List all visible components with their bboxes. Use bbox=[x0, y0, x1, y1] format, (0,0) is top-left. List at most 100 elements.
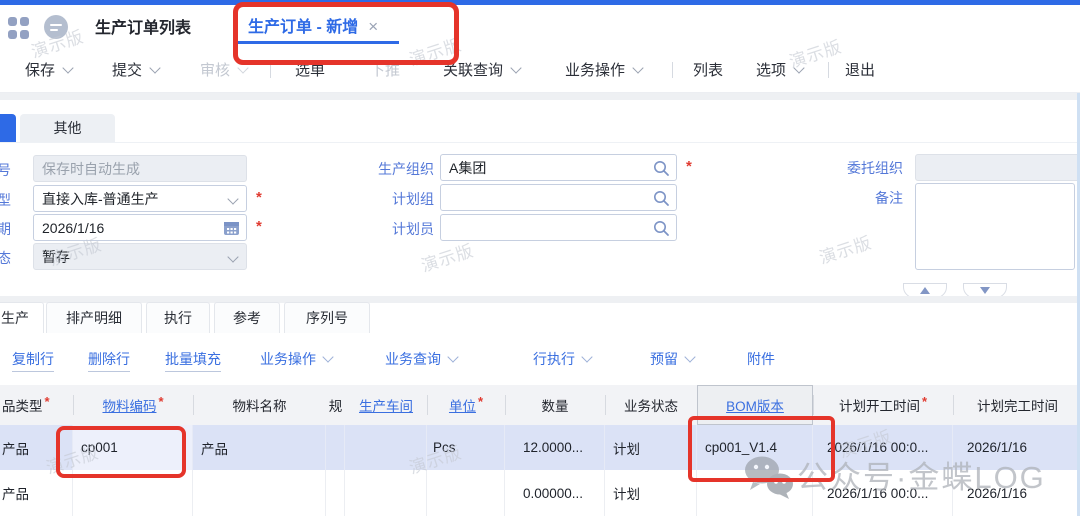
col-header-planned-start-time[interactable]: 计划开工时间* bbox=[813, 385, 953, 425]
toolbar-separator bbox=[828, 62, 829, 78]
toolbar-separator bbox=[672, 62, 673, 78]
search-icon[interactable] bbox=[652, 189, 670, 210]
form-tab-other[interactable]: 其他 bbox=[20, 114, 115, 142]
attachment-button[interactable]: 附件 bbox=[747, 349, 775, 369]
cell-planned-start-time[interactable]: 2026/1/16 00:0... bbox=[813, 425, 953, 470]
form-tab-basic-active-sliver[interactable] bbox=[0, 114, 16, 142]
detail-tab-reference[interactable]: 参考 bbox=[214, 302, 280, 333]
prod-org-input[interactable]: A集团 bbox=[440, 154, 677, 181]
cell-business-status[interactable]: 计划 bbox=[605, 470, 697, 516]
col-header-planned-finish-time[interactable]: 计划完工时间 bbox=[953, 385, 1080, 425]
cell-workshop[interactable] bbox=[345, 470, 427, 516]
cell-planned-finish-time[interactable]: 2026/1/16 bbox=[953, 425, 1080, 470]
cell-planned-finish-time[interactable]: 2026/1/16 bbox=[953, 470, 1080, 516]
options-button[interactable]: 选项 bbox=[756, 59, 803, 80]
remark-textarea[interactable] bbox=[915, 183, 1075, 270]
chevron-down-icon[interactable] bbox=[510, 62, 521, 73]
cell-spec[interactable] bbox=[326, 425, 345, 470]
delete-row-button[interactable]: 删除行 bbox=[88, 349, 130, 372]
cell-material-code[interactable]: cp001 bbox=[73, 425, 193, 470]
demo-watermark: 演示版 bbox=[815, 228, 874, 268]
cell-quantity[interactable]: 12.0000... bbox=[505, 425, 605, 470]
related-query-button[interactable]: 关联查询 bbox=[443, 59, 520, 80]
triangle-up-icon bbox=[920, 287, 930, 294]
cell-material-code[interactable] bbox=[73, 470, 193, 516]
plan-group-input[interactable] bbox=[440, 184, 677, 211]
bill-no-input[interactable] bbox=[33, 155, 247, 182]
list-button[interactable]: 列表 bbox=[693, 59, 723, 80]
detail-tab-execution[interactable]: 执行 bbox=[146, 302, 210, 333]
calendar-icon[interactable] bbox=[223, 220, 240, 239]
entrust-org-label: 委托组织 bbox=[845, 158, 903, 178]
chevron-down-icon[interactable] bbox=[684, 351, 695, 362]
cell-quantity[interactable]: 0.00000... bbox=[505, 470, 605, 516]
chevron-down-icon[interactable] bbox=[447, 351, 458, 362]
chevron-down-icon[interactable] bbox=[227, 193, 238, 204]
table-row: 产品 0.00000... 计划 2026/1/16 00:0... 2026/… bbox=[0, 470, 1080, 516]
cell-planned-start-time[interactable]: 2026/1/16 00:0... bbox=[813, 470, 953, 516]
col-header-spec[interactable]: 规 bbox=[326, 385, 345, 425]
cell-product-type[interactable]: 产品 bbox=[0, 470, 73, 516]
chevron-down-icon[interactable] bbox=[632, 62, 643, 73]
copy-row-button[interactable]: 复制行 bbox=[12, 349, 54, 372]
detail-tab-scheduling[interactable]: 排产明细 bbox=[46, 302, 142, 333]
biz-type-select[interactable]: 直接入库-普通生产 bbox=[33, 185, 247, 212]
detail-tab-production[interactable]: 生产 bbox=[0, 302, 44, 333]
cell-material-name[interactable]: 产品 bbox=[193, 425, 326, 470]
batch-fill-button[interactable]: 批量填充 bbox=[165, 349, 221, 372]
chevron-down-icon[interactable] bbox=[62, 62, 73, 73]
remark-label: 备注 bbox=[845, 188, 903, 208]
detail-tab-serial-number[interactable]: 序列号 bbox=[284, 302, 370, 333]
search-icon[interactable] bbox=[652, 159, 670, 180]
col-header-material-name[interactable]: 物料名称 bbox=[193, 385, 326, 425]
entrust-org-input bbox=[915, 154, 1080, 181]
triangle-down-icon bbox=[980, 287, 990, 294]
tab-production-order-new[interactable]: 生产订单 - 新增 × bbox=[248, 13, 378, 37]
cell-spec[interactable] bbox=[326, 470, 345, 516]
cell-bom-version[interactable]: cp001_V1.4 bbox=[697, 425, 813, 470]
form-tab-divider bbox=[0, 142, 1080, 143]
bill-date-input[interactable]: 2026/1/16 bbox=[33, 214, 247, 241]
message-bubble-icon[interactable] bbox=[44, 15, 68, 39]
submit-button[interactable]: 提交 bbox=[112, 59, 159, 80]
cell-product-type[interactable]: 产品 bbox=[0, 425, 73, 470]
exit-button[interactable]: 退出 bbox=[845, 59, 875, 80]
cell-bom-version[interactable] bbox=[697, 470, 813, 516]
row-business-operation-button[interactable]: 业务操作 bbox=[260, 349, 332, 369]
col-header-bom-version[interactable]: BOM版本 bbox=[697, 385, 813, 425]
top-accent-strip bbox=[0, 0, 1080, 5]
bill-date-value: 2026/1/16 bbox=[42, 220, 104, 236]
close-tab-icon[interactable]: × bbox=[368, 17, 378, 36]
cell-unit[interactable]: Pcs bbox=[427, 425, 505, 470]
chevron-down-icon[interactable] bbox=[581, 351, 592, 362]
search-icon[interactable] bbox=[652, 219, 670, 240]
cell-material-name[interactable] bbox=[193, 470, 326, 516]
required-asterisk: * bbox=[256, 218, 262, 235]
business-operation-button[interactable]: 业务操作 bbox=[565, 59, 642, 80]
bill-date-label: 期 bbox=[0, 219, 11, 239]
pick-bill-button[interactable]: 选单 bbox=[295, 59, 325, 80]
row-business-query-button[interactable]: 业务查询 bbox=[385, 349, 457, 369]
col-header-product-type[interactable]: 品类型* bbox=[0, 385, 73, 425]
col-header-quantity[interactable]: 数量 bbox=[505, 385, 605, 425]
bill-no-label: 号 bbox=[0, 160, 11, 180]
tab-production-order-list[interactable]: 生产订单列表 bbox=[95, 14, 191, 38]
chevron-down-icon[interactable] bbox=[149, 62, 160, 73]
apps-grid-icon[interactable] bbox=[8, 17, 30, 39]
cell-unit[interactable] bbox=[427, 470, 505, 516]
chevron-down-icon[interactable] bbox=[793, 62, 804, 73]
reserve-button[interactable]: 预留 bbox=[650, 349, 694, 369]
row-execute-button[interactable]: 行执行 bbox=[533, 349, 591, 369]
col-header-workshop[interactable]: 生产车间 bbox=[345, 385, 427, 425]
col-header-unit[interactable]: 单位* bbox=[427, 385, 505, 425]
tab-production-order-new-label: 生产订单 - 新增 bbox=[248, 19, 358, 36]
cell-business-status[interactable]: 计划 bbox=[605, 425, 697, 470]
chevron-down-icon[interactable] bbox=[322, 351, 333, 362]
prod-org-value: A集团 bbox=[449, 158, 486, 178]
save-button[interactable]: 保存 bbox=[25, 59, 72, 80]
col-header-material-code[interactable]: 物料编码* bbox=[73, 385, 193, 425]
demo-watermark: 演示版 bbox=[417, 236, 476, 276]
col-header-business-status[interactable]: 业务状态 bbox=[605, 385, 697, 425]
cell-workshop[interactable] bbox=[345, 425, 427, 470]
planner-input[interactable] bbox=[440, 214, 677, 241]
